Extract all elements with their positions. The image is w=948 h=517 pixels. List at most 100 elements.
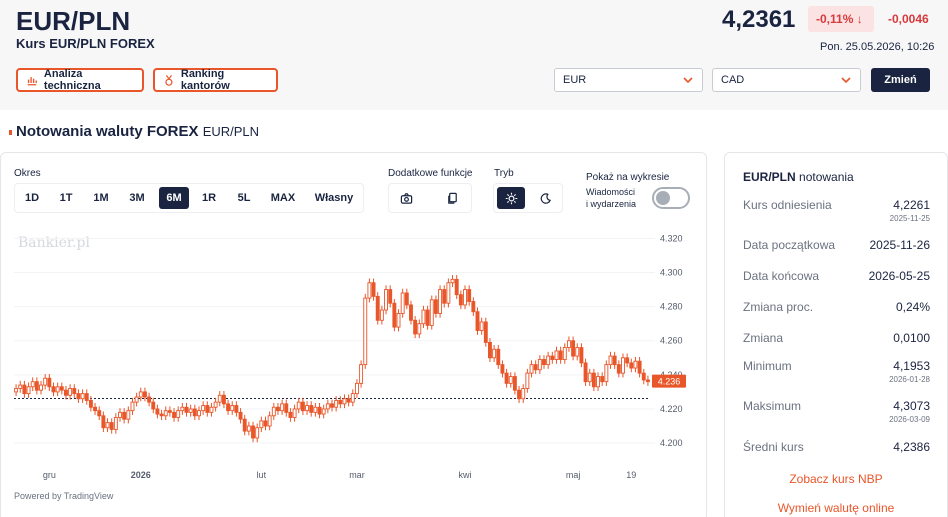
quote-datetime: Pon. 25.05.2026, 10:26 <box>820 41 935 53</box>
candle-body <box>413 319 418 335</box>
y-tick-label: 4.300 <box>660 268 683 278</box>
candle-body <box>591 372 596 388</box>
candle-body <box>205 405 210 413</box>
stat-label: Maksimum <box>743 399 802 413</box>
period-1t[interactable]: 1T <box>52 187 80 209</box>
candle-body <box>68 388 73 396</box>
screenshot-button[interactable] <box>392 187 420 209</box>
candle-body <box>334 399 339 408</box>
show-on-chart-label: Pokaż na wykresie <box>586 172 670 183</box>
stat-label: Zmiana proc. <box>743 300 814 314</box>
candle-body <box>442 289 447 304</box>
candle-body <box>280 403 285 412</box>
candle-body <box>159 413 164 417</box>
nbp-rate-link[interactable]: Zobacz kurs NBP <box>725 472 947 486</box>
light-mode-button[interactable] <box>497 187 525 209</box>
technical-analysis-button[interactable]: Analiza techniczna <box>16 68 144 92</box>
candle-body <box>226 403 231 412</box>
news-events-toggle[interactable] <box>652 187 690 209</box>
candle-body <box>26 386 31 395</box>
stats-title: EUR/PLN notowania <box>743 170 854 184</box>
toggle-knob <box>656 191 670 205</box>
candle-body <box>118 411 122 418</box>
stat-label: Data początkowa <box>743 238 836 252</box>
candle-body <box>463 289 467 306</box>
period-6m[interactable]: 6M <box>159 187 189 209</box>
period-label: Okres <box>14 168 41 179</box>
candle-body <box>43 377 48 386</box>
stat-value: 4,1953 <box>893 359 930 373</box>
candle-body <box>359 364 364 384</box>
chevron-down-icon <box>683 77 693 84</box>
candle-body <box>612 355 617 366</box>
candle-body <box>496 348 501 366</box>
candle-body <box>641 372 646 381</box>
price-chart[interactable]: Bankier.pl 4.3204.3004.2804.2604.2404.22… <box>0 225 706 485</box>
candle-body <box>122 411 127 420</box>
period-1d[interactable]: 1D <box>18 187 46 209</box>
candle-body <box>238 411 243 420</box>
candle-body <box>34 381 39 391</box>
change-currency-button[interactable]: Zmień <box>871 68 930 92</box>
candle-body <box>234 405 239 413</box>
candle-body <box>39 384 43 391</box>
candle-body <box>217 394 222 403</box>
exchange-online-link[interactable]: Wymień walutę online <box>725 501 947 515</box>
candle-body <box>379 309 384 321</box>
currency-to-select[interactable]: CAD <box>712 68 861 92</box>
period-custom[interactable]: Własny <box>310 187 358 209</box>
candle-body <box>596 376 600 388</box>
ranking-button[interactable]: Ranking kantorów <box>153 68 278 92</box>
currency-to-value: CAD <box>721 74 745 86</box>
candle-body <box>508 376 513 384</box>
chart-watermark: Bankier.pl <box>18 235 90 251</box>
period-max[interactable]: MAX <box>264 187 302 209</box>
candle-body <box>512 376 517 391</box>
candle-body <box>467 289 472 302</box>
powered-by: Powered by TradingView <box>14 491 114 501</box>
candle-body <box>517 389 522 400</box>
candle-body <box>421 309 426 325</box>
candle-body <box>554 350 559 360</box>
candle-body <box>645 379 650 383</box>
x-tick-label: 19 <box>626 470 636 480</box>
candle-body <box>271 406 276 417</box>
candle-body <box>18 384 23 389</box>
y-tick-label: 4.200 <box>660 438 683 448</box>
period-3m[interactable]: 3M <box>123 187 151 209</box>
candle-body <box>542 359 546 366</box>
change-percent-badge: -0,11% ↓ <box>808 6 874 32</box>
stat-label: Zmiana <box>743 331 784 345</box>
candle-body <box>155 408 160 415</box>
y-tick-label: 4.280 <box>660 302 683 312</box>
candle-body <box>546 355 551 366</box>
candle-body <box>575 347 580 357</box>
current-price: 4,2361 <box>722 6 796 33</box>
candle-body <box>251 425 255 439</box>
stat-label: Minimum <box>743 359 792 373</box>
x-tick-label: gru <box>43 470 56 480</box>
candle-body <box>438 289 443 314</box>
copy-button[interactable] <box>438 187 466 209</box>
period-5l[interactable]: 5L <box>230 187 258 209</box>
candle-body <box>321 408 326 415</box>
candle-body <box>375 295 380 321</box>
period-1r[interactable]: 1R <box>195 187 223 209</box>
last-price-text: 4.236 <box>658 377 681 387</box>
candle-body <box>305 405 310 412</box>
candle-body <box>259 420 264 429</box>
candle-body <box>587 372 592 383</box>
dark-mode-button[interactable] <box>531 187 559 209</box>
currency-from-select[interactable]: EUR <box>554 68 703 92</box>
candle-body <box>296 401 301 410</box>
candle-body <box>417 323 422 335</box>
candle-body <box>571 340 576 357</box>
candle-body <box>400 292 405 314</box>
candle-body <box>500 364 505 374</box>
candle-body <box>101 415 106 429</box>
stat-value: 4,2261 <box>893 198 930 212</box>
candle-body <box>629 362 634 369</box>
period-1m[interactable]: 1M <box>87 187 115 209</box>
candle-body <box>255 427 260 439</box>
candle-body <box>583 362 588 383</box>
